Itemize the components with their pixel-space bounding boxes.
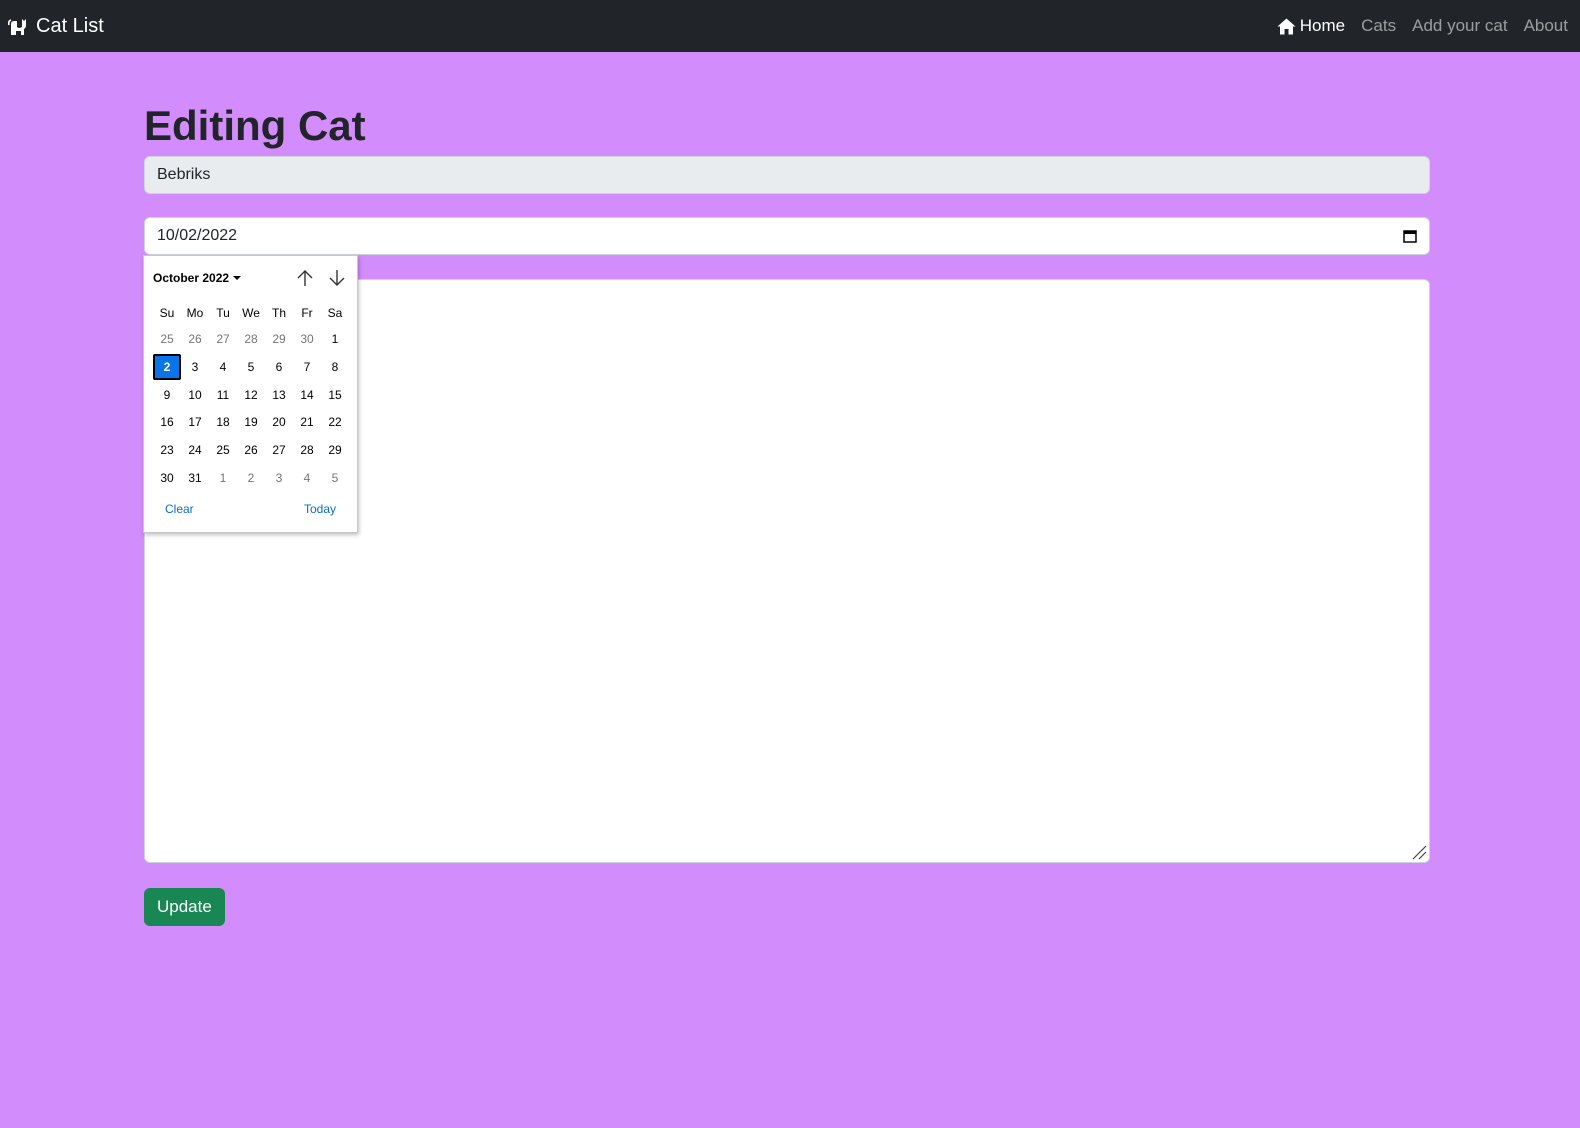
calendar-day[interactable]: 4	[209, 354, 237, 380]
name-field[interactable]: Bebriks	[144, 156, 1430, 194]
calendar-day[interactable]: 28	[237, 326, 265, 352]
brand-label: Cat List	[36, 14, 104, 37]
nav-about-label: About	[1523, 16, 1568, 35]
clear-button[interactable]: Clear	[165, 502, 194, 516]
calendar-day[interactable]: 20	[265, 409, 293, 435]
house-icon	[1277, 18, 1296, 34]
calendar-day[interactable]: 25	[209, 437, 237, 463]
nav-add-cat[interactable]: Add your cat	[1412, 16, 1507, 36]
calendar-day[interactable]: 1	[321, 326, 349, 352]
weekday-label: Su	[159, 306, 175, 320]
calendar-day[interactable]: 31	[181, 465, 209, 491]
calendar-day[interactable]: 17	[181, 409, 209, 435]
calendar-day[interactable]: 22	[321, 409, 349, 435]
calendar-day[interactable]: 5	[321, 465, 349, 491]
next-month-button[interactable]	[325, 268, 349, 288]
name-value: Bebriks	[157, 166, 211, 183]
nav-home[interactable]: Home	[1277, 16, 1345, 36]
calendar-week-row: 23 24 25 26 27 28 29	[153, 437, 349, 465]
calendar-day[interactable]: 27	[209, 326, 237, 352]
birthdate-field[interactable]: 10/02/2022	[144, 217, 1430, 255]
calendar-day[interactable]: 29	[321, 437, 349, 463]
calendar-day[interactable]: 9	[153, 382, 181, 408]
month-year-label: October 2022	[153, 271, 230, 285]
calendar-day[interactable]: 26	[181, 326, 209, 352]
weekday-label: Th	[271, 306, 286, 320]
datepicker-header: October 2022	[153, 268, 349, 288]
calendar-day[interactable]: 18	[209, 409, 237, 435]
calendar-day[interactable]: 28	[293, 437, 321, 463]
calendar-day[interactable]: 23	[153, 437, 181, 463]
calendar-day[interactable]: 13	[265, 382, 293, 408]
calendar-day[interactable]: 16	[153, 409, 181, 435]
calendar-day[interactable]: 29	[265, 326, 293, 352]
calendar-day[interactable]: 21	[293, 409, 321, 435]
weekday-label: Mo	[186, 306, 204, 320]
calendar-icon[interactable]	[1403, 229, 1417, 243]
calendar-day[interactable]: 3	[265, 465, 293, 491]
calendar-day[interactable]: 30	[153, 465, 181, 491]
calendar-day[interactable]: 24	[181, 437, 209, 463]
resize-grip-icon[interactable]	[1411, 844, 1427, 860]
calendar-day[interactable]: 3	[181, 354, 209, 380]
calendar-day[interactable]: 25	[153, 326, 181, 352]
nav-links: Home Cats Add your cat About	[1261, 16, 1568, 36]
nav-home-label: Home	[1299, 16, 1346, 35]
calendar-day[interactable]: 12	[237, 382, 265, 408]
calendar-day[interactable]: 11	[209, 382, 237, 408]
calendar-day[interactable]: 8	[321, 354, 349, 380]
calendar-day-selected[interactable]: 2	[153, 353, 181, 380]
brand-link[interactable]: Cat List	[8, 15, 104, 38]
nav-about[interactable]: About	[1524, 16, 1568, 36]
calendar-day[interactable]: 30	[293, 326, 321, 352]
datepicker-footer: Clear Today	[144, 502, 357, 516]
calendar-day[interactable]: 27	[265, 437, 293, 463]
calendar-day[interactable]: 10	[181, 382, 209, 408]
cat-icon	[8, 19, 26, 35]
nav-cats[interactable]: Cats	[1361, 16, 1396, 36]
date-value: 10/02/2022	[157, 227, 238, 244]
navbar: Cat List Home Cats Add your cat About	[0, 0, 1580, 52]
caret-down-icon	[233, 276, 242, 280]
weekday-label: Sa	[327, 306, 343, 320]
calendar-day[interactable]: 5	[237, 354, 265, 380]
calendar-day[interactable]: 7	[293, 354, 321, 380]
calendar-grid: Su Mo Tu We Th Fr Sa 25 26 27 28 29 30 1 2 3 4 5 6 7 8 9 10 11 1…	[153, 300, 349, 493]
calendar-day[interactable]: 4	[293, 465, 321, 491]
arrow-down-icon	[329, 270, 345, 286]
update-button[interactable]: Update	[144, 888, 225, 926]
calendar-day[interactable]: 19	[237, 409, 265, 435]
calendar-week-row: 30 31 1 2 3 4 5	[153, 465, 349, 493]
nav-add-cat-label: Add your cat	[1412, 16, 1508, 35]
calendar-day[interactable]: 14	[293, 382, 321, 408]
calendar-day[interactable]: 15	[321, 382, 349, 408]
datepicker-popup: October 2022 Su Mo Tu We Th Fr Sa 25 26 27 28 29 30 1…	[143, 255, 358, 533]
weekday-label: Fr	[301, 306, 313, 320]
calendar-week-row: 25 26 27 28 29 30 1	[153, 326, 349, 354]
calendar-week-row: 16 17 18 19 20 21 22	[153, 409, 349, 437]
arrow-up-icon	[297, 270, 313, 286]
calendar-day[interactable]: 6	[265, 354, 293, 380]
nav-cats-label: Cats	[1361, 16, 1397, 35]
calendar-week-row: 2345678	[153, 353, 349, 382]
calendar-day[interactable]: 1	[209, 465, 237, 491]
today-button[interactable]: Today	[304, 502, 336, 516]
month-nav	[285, 268, 349, 288]
month-year-dropdown[interactable]: October 2022	[153, 271, 242, 285]
weekday-label: We	[242, 306, 260, 320]
weekday-header-row: Su Mo Tu We Th Fr Sa	[153, 300, 349, 326]
calendar-week-row: 9 10 11 12 13 14 15	[153, 382, 349, 410]
calendar-day[interactable]: 26	[237, 437, 265, 463]
prev-month-button[interactable]	[293, 268, 317, 288]
weekday-label: Tu	[216, 306, 230, 320]
page-title: Editing Cat	[144, 102, 366, 149]
calendar-day[interactable]: 2	[237, 465, 265, 491]
